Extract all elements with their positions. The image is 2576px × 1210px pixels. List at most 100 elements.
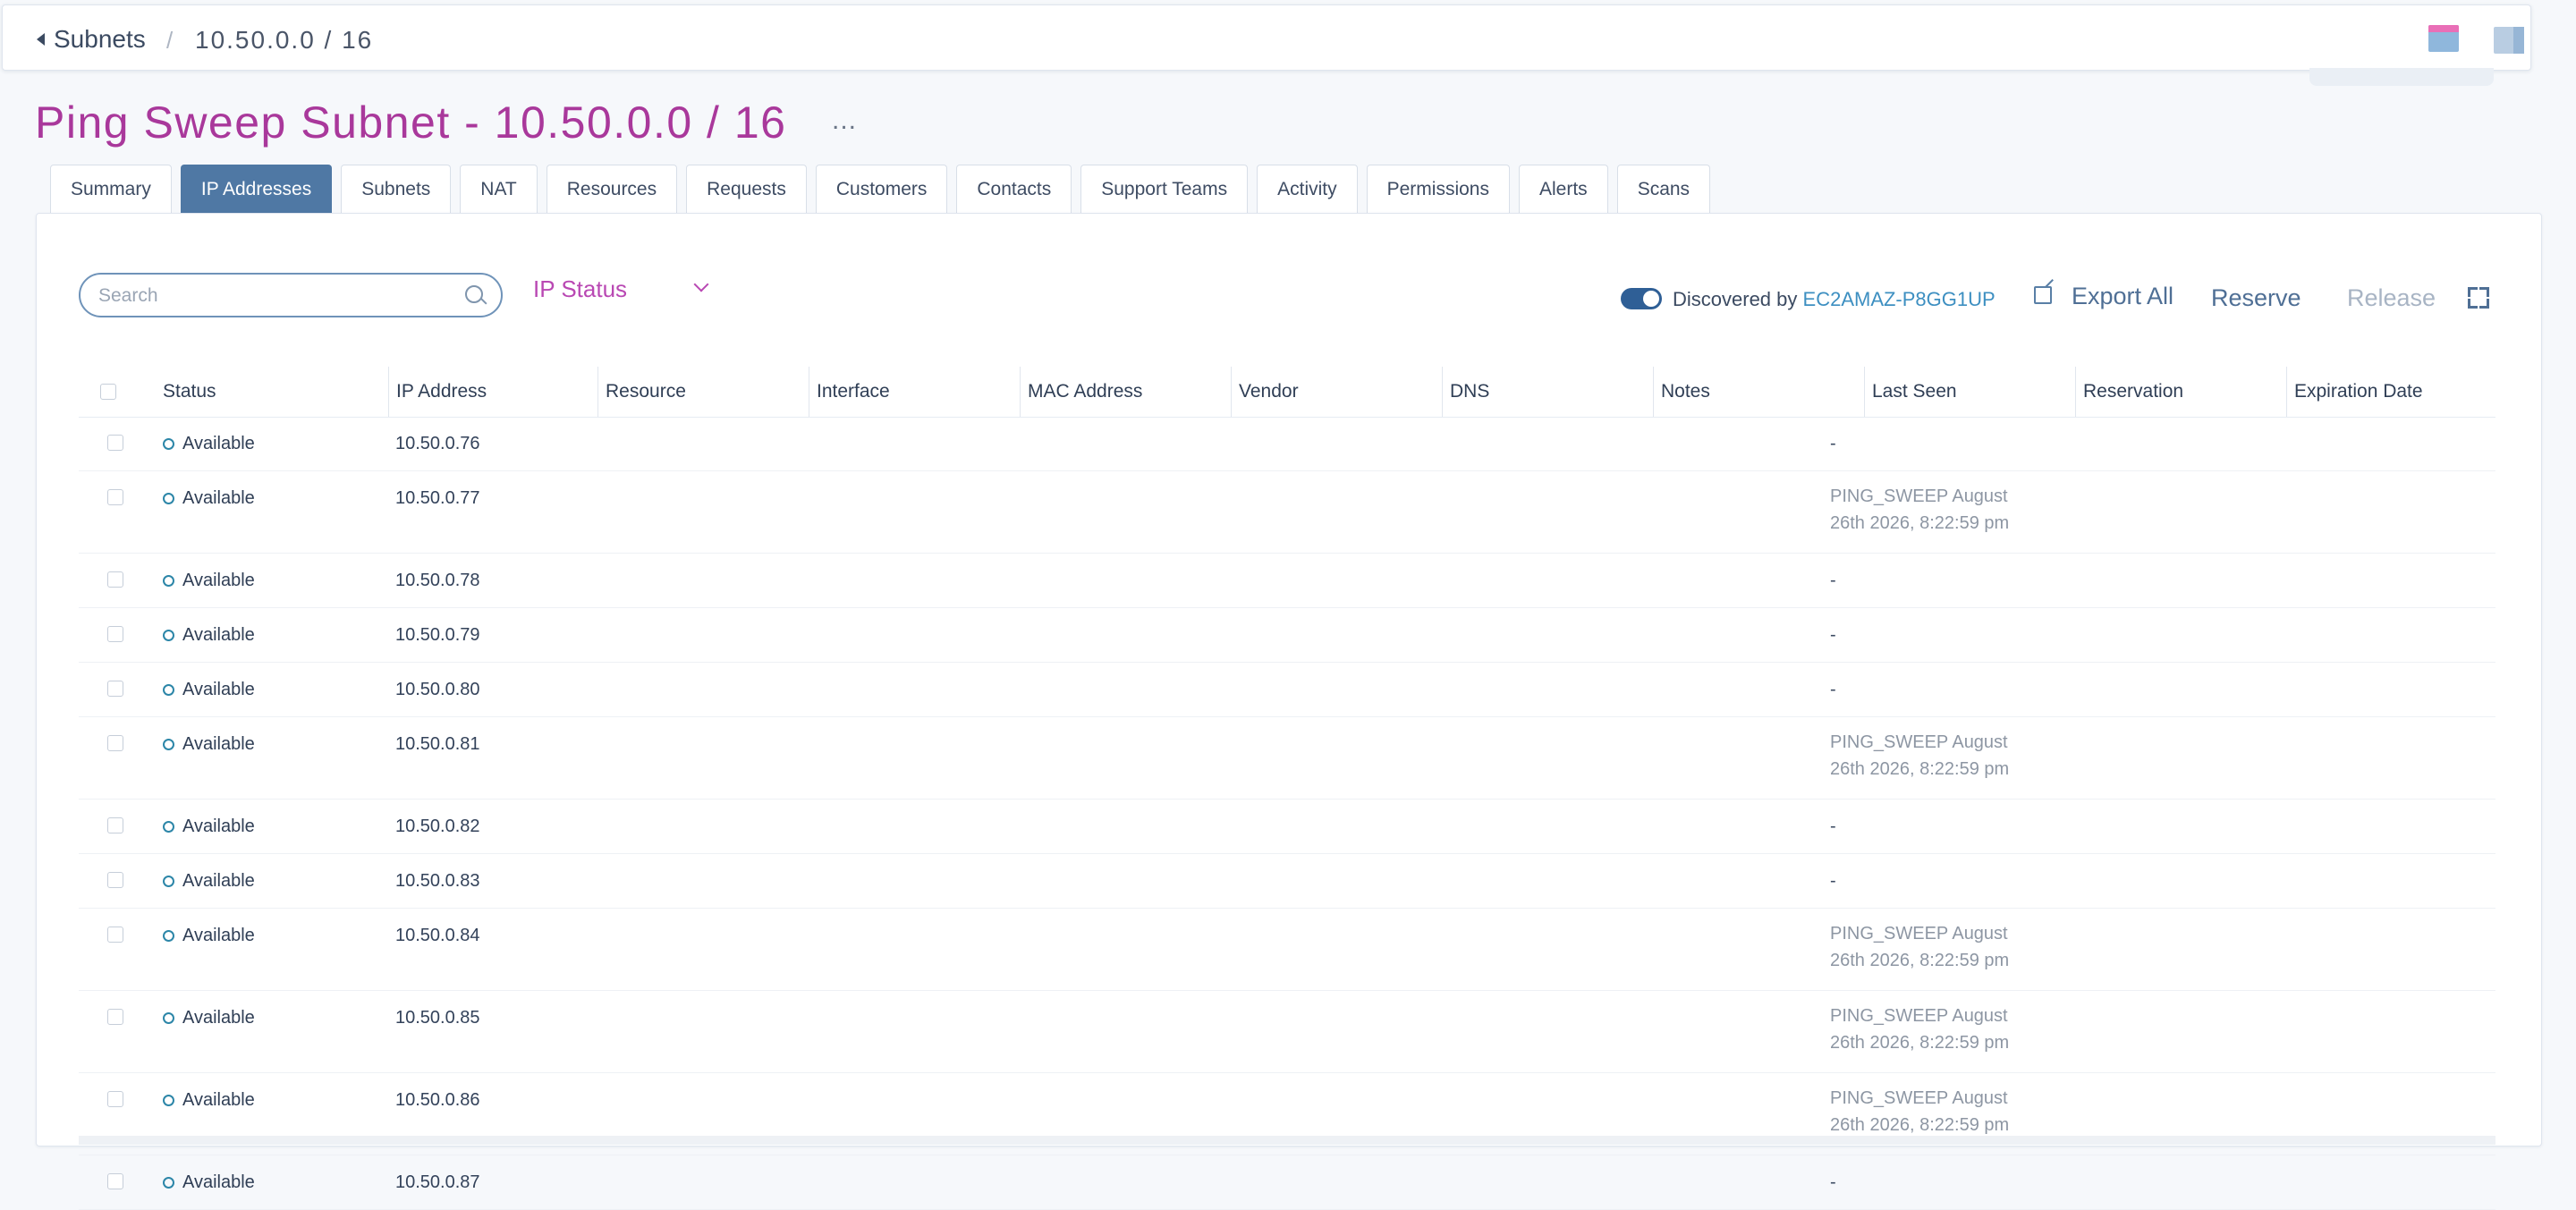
ip-status-dropdown[interactable]: IP Status bbox=[533, 274, 712, 309]
col-expiration-date[interactable]: Expiration Date bbox=[2286, 367, 2423, 417]
col-interface[interactable]: Interface bbox=[809, 367, 890, 417]
tab-resources[interactable]: Resources bbox=[546, 165, 678, 213]
row-checkbox[interactable] bbox=[107, 1091, 123, 1107]
tab-nat[interactable]: NAT bbox=[460, 165, 538, 213]
tab-summary[interactable]: Summary bbox=[50, 165, 172, 213]
ip-address-cell[interactable]: 10.50.0.85 bbox=[395, 1008, 480, 1028]
ip-address-cell[interactable]: 10.50.0.78 bbox=[395, 571, 480, 591]
last-seen-cell: - bbox=[1830, 1172, 1836, 1192]
table-row[interactable]: Available 10.50.0.87 - bbox=[79, 1155, 2496, 1210]
search-input[interactable] bbox=[97, 283, 440, 309]
last-seen-cell: - bbox=[1830, 817, 1836, 836]
last-seen-cell: - bbox=[1830, 571, 1836, 590]
row-checkbox[interactable] bbox=[107, 489, 123, 505]
ip-address-cell[interactable]: 10.50.0.81 bbox=[395, 734, 480, 755]
table-row[interactable]: Available 10.50.0.80 - bbox=[79, 663, 2496, 717]
row-checkbox[interactable] bbox=[107, 435, 123, 451]
row-checkbox[interactable] bbox=[107, 927, 123, 943]
export-all-button[interactable]: Export All bbox=[2072, 283, 2174, 310]
table-body: Available 10.50.0.76 - Available 10.50.0.77 P… bbox=[79, 417, 2496, 1210]
ip-address-cell[interactable]: 10.50.0.76 bbox=[395, 434, 480, 454]
col-notes[interactable]: Notes bbox=[1653, 367, 1710, 417]
reserve-button[interactable]: Reserve bbox=[2211, 284, 2301, 312]
row-checkbox[interactable] bbox=[107, 681, 123, 697]
tab-alerts[interactable]: Alerts bbox=[1519, 165, 1608, 213]
more-actions-button[interactable]: ... bbox=[832, 106, 857, 136]
last-seen-cell: - bbox=[1830, 625, 1836, 645]
fullscreen-icon[interactable] bbox=[2468, 287, 2489, 309]
last-seen-line: - bbox=[1830, 871, 1836, 891]
row-checkbox[interactable] bbox=[107, 1173, 123, 1189]
col-vendor[interactable]: Vendor bbox=[1231, 367, 1299, 417]
col-mac-address[interactable]: MAC Address bbox=[1020, 367, 1142, 417]
back-to-subnets-link[interactable]: Subnets bbox=[37, 25, 146, 54]
status-cell: Available bbox=[163, 817, 255, 837]
col-last-seen[interactable]: Last Seen bbox=[1864, 367, 1957, 417]
col-status[interactable]: Status bbox=[156, 367, 216, 417]
ip-address-cell[interactable]: 10.50.0.82 bbox=[395, 817, 480, 837]
row-checkbox[interactable] bbox=[107, 872, 123, 888]
last-seen-line: - bbox=[1830, 625, 1836, 645]
row-checkbox[interactable] bbox=[107, 735, 123, 751]
tab-contacts[interactable]: Contacts bbox=[956, 165, 1072, 213]
col-ip-address[interactable]: IP Address bbox=[388, 367, 487, 417]
status-text: Available bbox=[182, 1008, 255, 1028]
col-dns[interactable]: DNS bbox=[1442, 367, 1489, 417]
tab-scans[interactable]: Scans bbox=[1616, 165, 1711, 213]
table-row[interactable]: Available 10.50.0.84 PING_SWEEP August 26th… bbox=[79, 909, 2496, 991]
last-seen-line: 26th 2026, 8:22:59 pm bbox=[1830, 1115, 2010, 1135]
status-text: Available bbox=[182, 817, 255, 836]
table-row[interactable]: Available 10.50.0.77 PING_SWEEP August 26th… bbox=[79, 471, 2496, 554]
table-row[interactable]: Available 10.50.0.82 - bbox=[79, 800, 2496, 854]
status-text: Available bbox=[182, 734, 255, 754]
row-checkbox[interactable] bbox=[107, 817, 123, 833]
row-checkbox[interactable] bbox=[107, 571, 123, 588]
tab-support-teams[interactable]: Support Teams bbox=[1080, 165, 1249, 213]
select-all-checkbox[interactable] bbox=[100, 384, 116, 400]
tab-activity[interactable]: Activity bbox=[1257, 165, 1358, 213]
row-checkbox[interactable] bbox=[107, 1009, 123, 1025]
ip-address-cell[interactable]: 10.50.0.77 bbox=[395, 488, 480, 509]
tab-permissions[interactable]: Permissions bbox=[1366, 165, 1510, 213]
header-action-button[interactable] bbox=[2309, 68, 2494, 86]
col-reservation[interactable]: Reservation bbox=[2075, 367, 2183, 417]
available-status-icon bbox=[163, 684, 174, 696]
layout-side-panel-icon[interactable] bbox=[2494, 27, 2524, 54]
search-icon[interactable] bbox=[465, 285, 483, 303]
status-text: Available bbox=[182, 926, 255, 945]
table-row[interactable]: Available 10.50.0.83 - bbox=[79, 854, 2496, 909]
release-button[interactable]: Release bbox=[2347, 284, 2436, 312]
status-cell: Available bbox=[163, 1008, 255, 1028]
table-row[interactable]: Available 10.50.0.79 - bbox=[79, 608, 2496, 663]
tab-subnets[interactable]: Subnets bbox=[341, 165, 452, 213]
last-seen-line: - bbox=[1830, 1172, 1836, 1192]
top-bar: Subnets / 10.50.0.0 / 16 bbox=[2, 4, 2531, 71]
horizontal-scrollbar[interactable] bbox=[79, 1136, 2496, 1145]
ip-address-cell[interactable]: 10.50.0.84 bbox=[395, 926, 480, 946]
layout-top-panel-icon[interactable] bbox=[2428, 25, 2459, 52]
last-seen-line: 26th 2026, 8:22:59 pm bbox=[1830, 951, 2010, 970]
table-row[interactable]: Available 10.50.0.76 - bbox=[79, 417, 2496, 471]
row-checkbox[interactable] bbox=[107, 626, 123, 642]
table-row[interactable]: Available 10.50.0.81 PING_SWEEP August 26th… bbox=[79, 717, 2496, 800]
ip-address-cell[interactable]: 10.50.0.80 bbox=[395, 680, 480, 700]
col-resource[interactable]: Resource bbox=[597, 367, 686, 417]
last-seen-line: - bbox=[1830, 680, 1836, 699]
ip-address-cell[interactable]: 10.50.0.86 bbox=[395, 1090, 480, 1111]
table-row[interactable]: Available 10.50.0.85 PING_SWEEP August 26th… bbox=[79, 991, 2496, 1073]
status-cell: Available bbox=[163, 434, 255, 454]
tab-customers[interactable]: Customers bbox=[815, 165, 948, 213]
tab-requests[interactable]: Requests bbox=[686, 165, 807, 213]
ip-address-cell[interactable]: 10.50.0.83 bbox=[395, 871, 480, 892]
ip-address-cell[interactable]: 10.50.0.79 bbox=[395, 625, 480, 646]
discovered-toggle[interactable] bbox=[1621, 288, 1662, 309]
table-row[interactable]: Available 10.50.0.78 - bbox=[79, 554, 2496, 608]
discovered-label: Discovered by bbox=[1673, 288, 1798, 310]
ip-address-cell[interactable]: 10.50.0.87 bbox=[395, 1172, 480, 1193]
tab-ip-addresses[interactable]: IP Addresses bbox=[180, 165, 333, 213]
status-text: Available bbox=[182, 625, 255, 645]
export-icon[interactable] bbox=[2034, 286, 2052, 304]
last-seen-line: PING_SWEEP August bbox=[1830, 1088, 2008, 1108]
discovered-host-link[interactable]: EC2AMAZ-P8GG1UP bbox=[1803, 288, 1996, 310]
status-text: Available bbox=[182, 680, 255, 699]
